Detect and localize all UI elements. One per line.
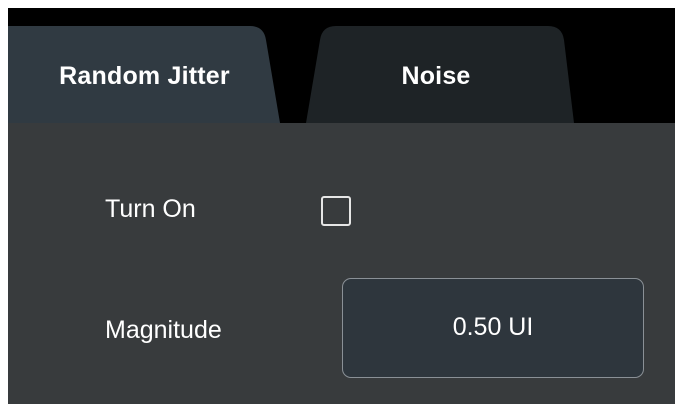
tab-noise[interactable]: Noise bbox=[311, 58, 561, 94]
settings-panel: Turn On Magnitude 0.50 UI bbox=[8, 123, 675, 404]
turn-on-checkbox[interactable] bbox=[321, 196, 351, 226]
turn-on-label: Turn On bbox=[105, 195, 196, 223]
magnitude-label: Magnitude bbox=[105, 316, 222, 344]
magnitude-field[interactable]: 0.50 UI bbox=[342, 278, 644, 378]
jitter-settings-window: Random Jitter Noise Turn On Magnitude 0.… bbox=[8, 8, 675, 404]
tab-random-jitter[interactable]: Random Jitter bbox=[16, 58, 273, 94]
tab-bar: Random Jitter Noise bbox=[8, 8, 675, 123]
